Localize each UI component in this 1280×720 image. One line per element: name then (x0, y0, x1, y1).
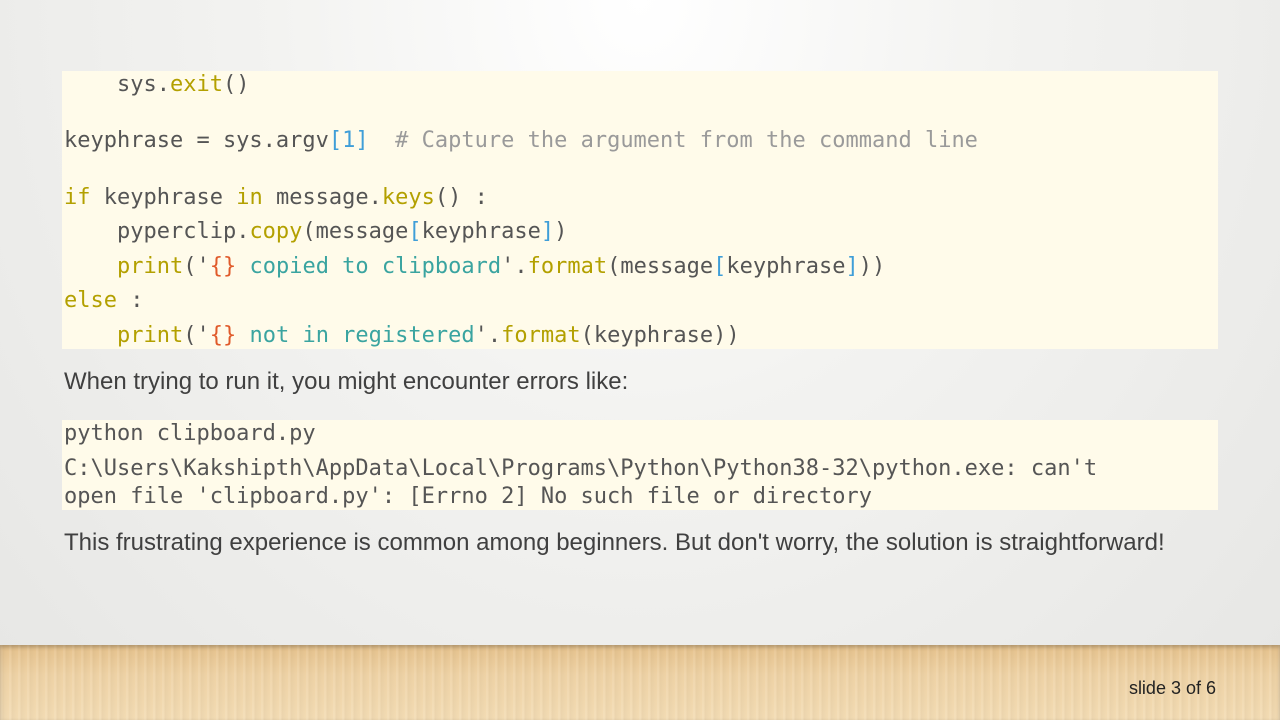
code-token: pyperclip. (116, 219, 250, 244)
code-token: format (527, 254, 608, 279)
code-token: not in registered (236, 323, 475, 348)
code-token: if (64, 185, 91, 210)
code-token: () : (434, 185, 488, 210)
code-token: '. (501, 254, 528, 279)
code-token: copy (249, 219, 303, 244)
code-token: in (236, 185, 263, 210)
code-token: () (222, 72, 250, 97)
code-token: [ (328, 128, 343, 153)
conclusion-paragraph: This frustrating experience is common am… (64, 529, 1165, 556)
code-token: 1 (342, 128, 356, 153)
code-token: format (501, 323, 581, 348)
code-line: keyphrase = sys.argv[1] # Capture the ar… (64, 127, 978, 155)
code-token: keys (381, 185, 435, 210)
code-token: (message (302, 219, 409, 244)
code-token: print (116, 323, 184, 348)
code-line: print('{} copied to clipboard'.format(me… (64, 253, 885, 281)
code-token: (keyphrase)) (580, 323, 740, 348)
code-token: print (116, 254, 184, 279)
code-token: )) (858, 254, 886, 279)
code-line: else : (64, 287, 143, 315)
intro-paragraph: When trying to run it, you might encount… (64, 368, 629, 395)
terminal-command: python clipboard.py (64, 421, 316, 446)
code-token: keyphrase = sys.argv (64, 128, 329, 153)
code-token: {} (209, 254, 237, 279)
code-line: pyperclip.copy(message[keyphrase]) (64, 218, 567, 246)
code-token: else (64, 288, 117, 313)
code-token: keyphrase (421, 219, 541, 244)
code-token: copied to clipboard (236, 254, 502, 279)
code-token: [ (408, 219, 422, 244)
code-line: print('{} not in registered'.format(keyp… (64, 322, 740, 350)
code-token: '. (474, 323, 502, 348)
python-code-block: sys.exit() keyphrase = sys.argv[1] # Cap… (62, 71, 1218, 349)
code-token: {} (209, 323, 237, 348)
code-token: exit (169, 72, 223, 97)
code-token: message. (262, 185, 382, 210)
terminal-output-block: python clipboard.py C:\Users\Kakshipth\A… (62, 420, 1218, 510)
code-line: if keyphrase in message.keys() : (64, 184, 488, 212)
code-token: ] (845, 254, 859, 279)
code-token: [ (713, 254, 727, 279)
wooden-floor-decoration (0, 645, 1280, 720)
code-token: keyphrase (90, 185, 237, 210)
slide: sys.exit() keyphrase = sys.argv[1] # Cap… (0, 0, 1280, 645)
terminal-error-line: C:\Users\Kakshipth\AppData\Local\Program… (64, 456, 1098, 481)
code-token: # Capture the argument from the command … (368, 128, 978, 153)
terminal-error-line: open file 'clipboard.py': [Errno 2] No s… (64, 484, 872, 509)
slide-counter: slide 3 of 6 (1128, 678, 1216, 698)
code-token: (message (607, 254, 714, 279)
code-token: keyphrase (726, 254, 846, 279)
code-token: sys. (116, 72, 170, 97)
code-token: ] (540, 219, 555, 244)
code-token: : (116, 288, 144, 313)
code-token: ) (554, 219, 568, 244)
code-token: ] (355, 128, 369, 153)
code-line: sys.exit() (64, 71, 249, 99)
code-token: (' (183, 323, 210, 348)
code-token: (' (183, 254, 210, 279)
